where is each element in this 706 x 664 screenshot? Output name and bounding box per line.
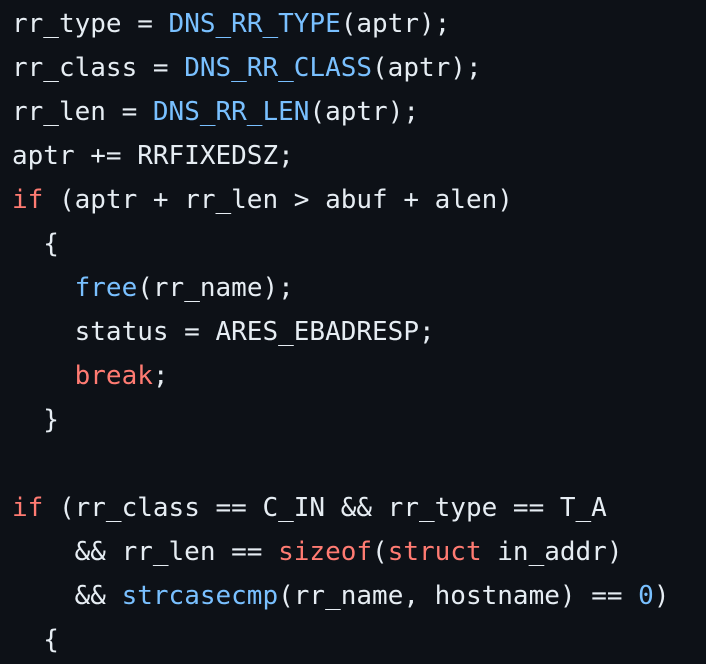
function-name: free (74, 273, 138, 303)
code-text: aptr += RRFIXEDSZ; (12, 141, 294, 171)
code-text: (rr_name); (137, 273, 294, 303)
code-line: && strcasecmp(rr_name, hostname) == 0) (12, 574, 706, 618)
code-line: aptr += RRFIXEDSZ; (12, 134, 706, 178)
code-text: (aptr); (309, 97, 420, 127)
code-view: rr_type = DNS_RR_TYPE(aptr); rr_class = D… (0, 0, 706, 664)
code-text: ) (653, 581, 670, 611)
code-line: rr_type = DNS_RR_TYPE(aptr); (12, 2, 706, 46)
code-line: } (12, 398, 706, 442)
code-text: } (12, 405, 59, 435)
code-text: (rr_name, hostname) == (278, 581, 639, 611)
code-text: in_addr) (481, 537, 623, 567)
keyword: if (12, 185, 44, 215)
code-text: { (12, 229, 59, 259)
function-name: strcasecmp (121, 581, 279, 611)
keyword: sizeof (278, 537, 373, 567)
code-text: rr_type = (12, 9, 169, 39)
keyword: struct (387, 537, 482, 567)
code-line: break; (12, 354, 706, 398)
code-text: { (12, 625, 59, 655)
code-line: rr_len = DNS_RR_LEN(aptr); (12, 90, 706, 134)
code-text: (aptr); (372, 53, 482, 83)
code-line: { (12, 618, 706, 662)
code-text: rr_len = (12, 97, 153, 127)
code-text: && rr_len == (12, 537, 279, 567)
code-text: ; (152, 361, 169, 391)
code-text: status = ARES_EBADRESP; (12, 317, 435, 347)
code-line: if (aptr + rr_len > abuf + alen) (12, 178, 706, 222)
code-text: rr_class = (12, 53, 185, 83)
function-name: DNS_RR_TYPE (168, 9, 341, 39)
code-line: && rr_len == sizeof(struct in_addr) (12, 530, 706, 574)
number-literal: 0 (638, 581, 654, 611)
keyword: if (12, 493, 44, 523)
code-text: (rr_class == C_IN && rr_type == T_A (43, 493, 607, 523)
code-line: status = ARES_EBADRESP; (12, 310, 706, 354)
code-text: && (12, 581, 122, 611)
code-text: (aptr); (340, 9, 451, 39)
keyword: break (74, 361, 153, 391)
code-text: (aptr + rr_len > abuf + alen) (43, 185, 513, 215)
code-text: ( (372, 537, 388, 567)
code-line: rr_class = DNS_RR_CLASS(aptr); (12, 46, 706, 90)
code-line: { (12, 222, 706, 266)
code-line: if (rr_class == C_IN && rr_type == T_A (12, 486, 706, 530)
function-name: DNS_RR_CLASS (184, 53, 373, 83)
function-name: DNS_RR_LEN (152, 97, 310, 127)
code-line: free(rr_name); (12, 266, 706, 310)
